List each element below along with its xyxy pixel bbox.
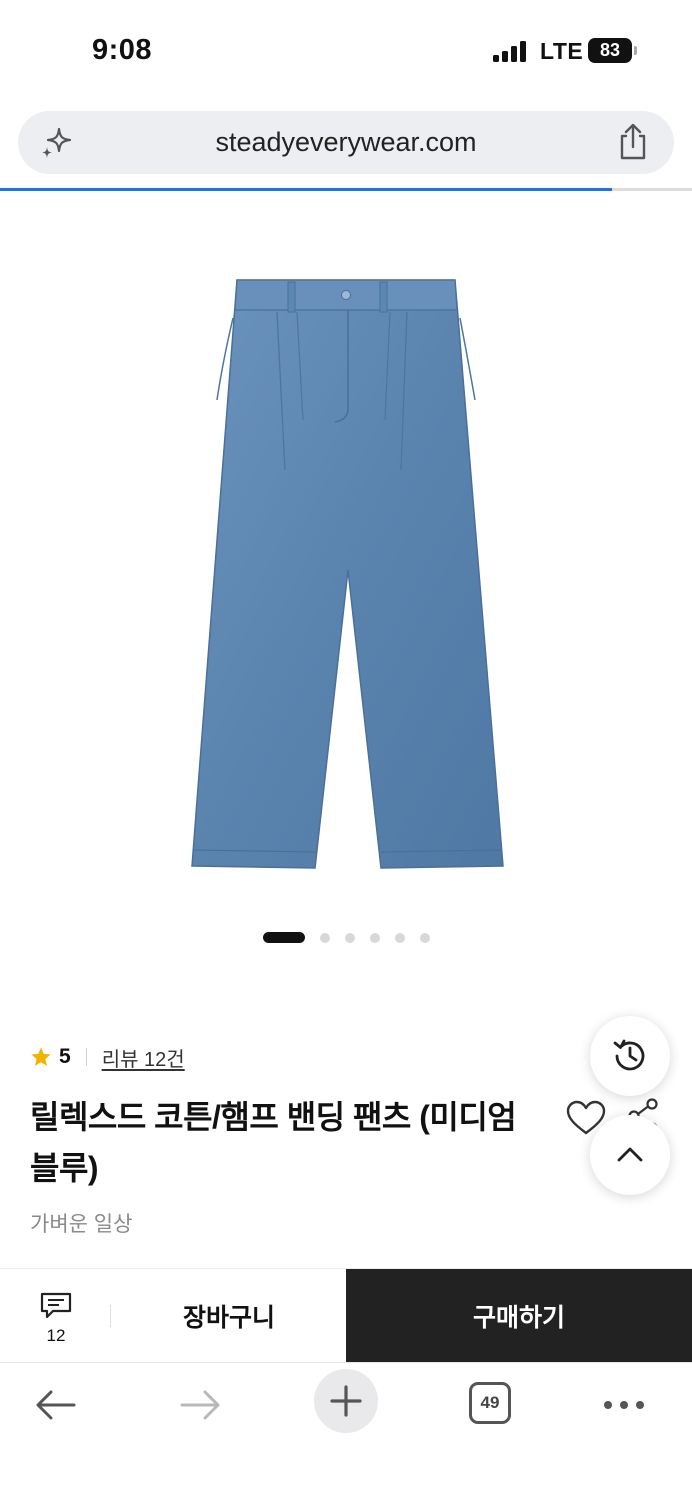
battery-icon: 83 xyxy=(588,38,637,63)
status-bar: 9:08 LTE 83 xyxy=(0,0,692,100)
divider xyxy=(85,1048,87,1066)
tabs-button[interactable]: 49 xyxy=(469,1382,511,1424)
divider xyxy=(110,1305,111,1327)
review-button[interactable]: 12 xyxy=(20,1291,92,1347)
review-count: 12 xyxy=(46,1326,66,1345)
product-title: 릴렉스드 코튼/햄프 밴딩 팬츠 (미디엄 블루) xyxy=(30,1099,517,1186)
gallery-dot[interactable] xyxy=(344,933,355,943)
arrow-left-icon xyxy=(36,1390,76,1420)
scroll-top-button[interactable] xyxy=(590,1115,670,1195)
add-to-cart-button[interactable]: 장바구니 xyxy=(112,1269,346,1363)
purchase-bar: 12 장바구니 구매하기 xyxy=(0,1268,692,1363)
gallery-dot[interactable] xyxy=(369,933,380,943)
rating-row: 5 리뷰 12건 xyxy=(30,1043,185,1071)
more-button[interactable] xyxy=(592,1373,656,1437)
share-icon[interactable] xyxy=(616,123,650,161)
product-image[interactable] xyxy=(185,270,511,875)
gallery-dot[interactable] xyxy=(394,933,405,943)
gallery-dot-active[interactable] xyxy=(262,932,305,943)
recent-history-button[interactable] xyxy=(590,1016,670,1096)
chevron-up-icon xyxy=(617,1147,643,1162)
rating-value: 5 xyxy=(59,1045,71,1068)
comment-icon xyxy=(40,1292,72,1319)
gallery-dot[interactable] xyxy=(319,933,330,943)
forward-button[interactable] xyxy=(168,1373,232,1437)
star-icon xyxy=(31,1047,51,1066)
url-text[interactable]: steadyeverywear.com xyxy=(18,127,674,158)
new-tab-button[interactable] xyxy=(314,1369,378,1433)
brand-name[interactable]: 가벼운 일상 xyxy=(30,1208,132,1238)
status-time: 9:08 xyxy=(92,34,153,66)
browser-toolbar: 49 xyxy=(0,1362,692,1500)
history-icon xyxy=(613,1039,645,1071)
page-load-progress-fill xyxy=(0,188,613,191)
url-bar[interactable]: steadyeverywear.com xyxy=(18,111,674,174)
review-count-link[interactable]: 리뷰 12건 xyxy=(102,1043,185,1072)
gallery-dot[interactable] xyxy=(419,933,430,943)
back-button[interactable] xyxy=(24,1373,88,1437)
more-icon xyxy=(604,1401,644,1409)
network-label: LTE xyxy=(540,38,584,64)
gallery-pagination[interactable] xyxy=(0,932,692,944)
arrow-right-icon xyxy=(180,1390,220,1420)
plus-icon xyxy=(330,1385,362,1417)
page-load-progress xyxy=(0,188,692,191)
signal-icon xyxy=(493,40,527,62)
buy-now-button[interactable]: 구매하기 xyxy=(346,1269,692,1363)
